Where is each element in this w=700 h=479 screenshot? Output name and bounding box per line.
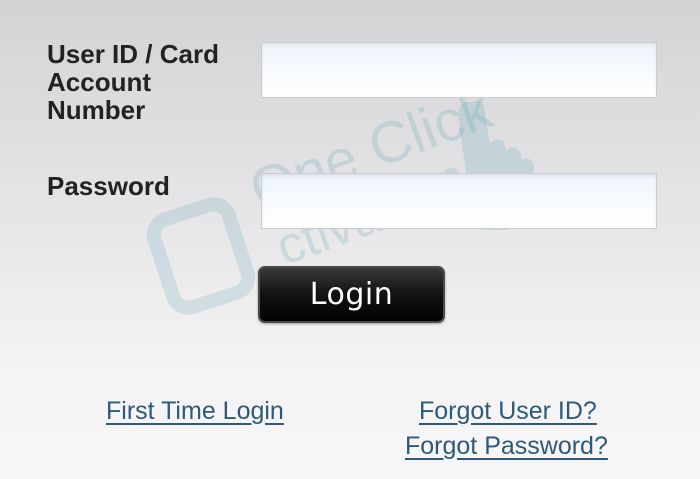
login-button[interactable]: Login (258, 266, 445, 323)
forgot-password-link[interactable]: Forgot Password? (405, 431, 608, 461)
first-time-login-link[interactable]: First Time Login (106, 396, 284, 426)
userid-input[interactable] (261, 42, 657, 98)
password-label: Password (47, 171, 170, 201)
forgot-user-id-link[interactable]: Forgot User ID? (419, 396, 597, 426)
userid-label: User ID / Card Account Number (47, 39, 219, 125)
password-input[interactable] (261, 173, 657, 229)
